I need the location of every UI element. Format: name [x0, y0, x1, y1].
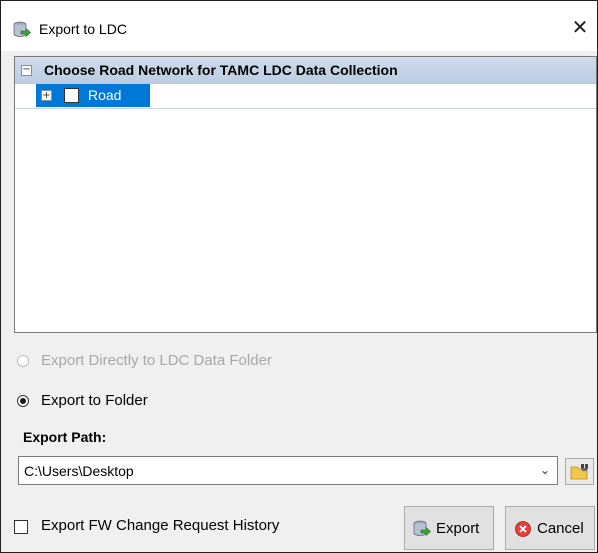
radio-selected-dot [20, 398, 26, 404]
tree-item-label: Road [88, 87, 122, 103]
folder-browse-icon [570, 464, 588, 480]
cancel-button[interactable]: Cancel [505, 506, 595, 550]
export-direct-radio[interactable] [17, 355, 29, 367]
window-title: Export to LDC [39, 21, 127, 37]
cancel-button-label: Cancel [537, 520, 584, 537]
tree-item-checkbox[interactable] [64, 88, 79, 103]
export-path-label: Export Path: [23, 429, 107, 445]
export-to-ldc-dialog: Export to LDC ✕ − Choose Road Network fo… [0, 0, 598, 553]
browse-folder-button[interactable] [565, 458, 594, 485]
road-network-tree[interactable]: − Choose Road Network for TAMC LDC Data … [14, 56, 597, 333]
collapse-icon[interactable]: − [21, 65, 32, 76]
database-export-icon [413, 520, 431, 537]
export-folder-radio[interactable] [17, 395, 29, 407]
export-button-label: Export [436, 520, 480, 537]
tree-root-label: Choose Road Network for TAMC LDC Data Co… [44, 62, 398, 78]
chevron-down-icon[interactable]: ⌄ [539, 463, 551, 477]
export-folder-label: Export to Folder [41, 392, 148, 409]
title-bar: Export to LDC ✕ [1, 1, 597, 51]
cancel-circle-icon [515, 521, 531, 537]
history-checkbox-label: Export FW Change Request History [41, 517, 280, 534]
tree-root-node[interactable]: − Choose Road Network for TAMC LDC Data … [15, 57, 596, 84]
export-path-value: C:\Users\Desktop [24, 463, 134, 479]
export-path-combobox[interactable]: C:\Users\Desktop ⌄ [18, 456, 558, 485]
close-button[interactable]: ✕ [568, 15, 592, 41]
export-direct-label: Export Directly to LDC Data Folder [41, 352, 272, 369]
database-export-icon [13, 21, 31, 38]
expand-icon[interactable]: + [41, 90, 52, 101]
history-checkbox[interactable] [14, 520, 28, 534]
export-button[interactable]: Export [404, 506, 494, 550]
tree-item-road[interactable]: + Road [15, 84, 596, 109]
close-icon: ✕ [571, 17, 589, 39]
